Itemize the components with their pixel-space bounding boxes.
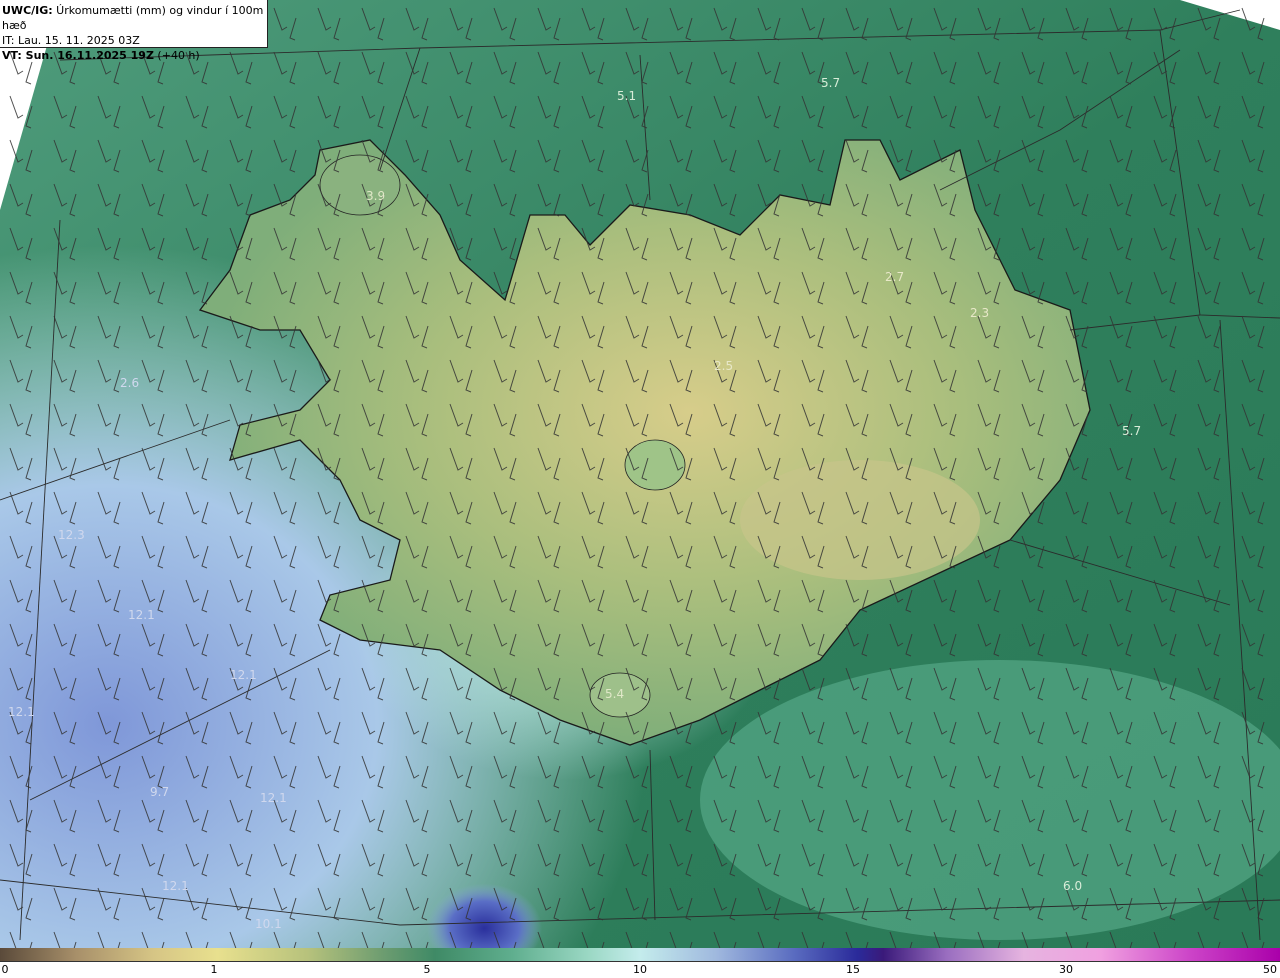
colorbar-tick: 0 xyxy=(1,963,9,976)
valid-time-offset: (+40 h) xyxy=(153,49,200,62)
wind-barb-field xyxy=(0,0,1280,948)
value-label: 10.1 xyxy=(255,917,282,931)
issue-time: IT: Lau. 15. 11. 2025 03Z xyxy=(2,34,140,47)
value-label: 12.1 xyxy=(230,668,257,682)
value-label: 2.3 xyxy=(970,306,989,320)
colorbar-tick: 30 xyxy=(1059,963,1073,976)
value-label: 12.1 xyxy=(162,879,189,893)
colorbar-tick: 10 xyxy=(633,963,647,976)
valid-time-bold: VT: Sun. 16.11.2025 19Z xyxy=(2,49,154,62)
precip-colorbar: 0 1 5 10 15 30 50 xyxy=(0,948,1280,978)
value-label: 3.9 xyxy=(366,189,385,203)
value-label: 12.1 xyxy=(8,705,35,719)
value-label: 9.7 xyxy=(150,785,169,799)
colorbar-tick: 1 xyxy=(210,963,218,976)
colorbar-tick: 15 xyxy=(846,963,860,976)
value-label: 5.1 xyxy=(617,89,636,103)
title-prefix: UWC/IG: xyxy=(2,4,53,17)
colorbar-gradient xyxy=(0,948,1280,962)
map-header-box: UWC/IG: Úrkomumætti (mm) og vindur í 100… xyxy=(0,0,268,62)
value-label: 2.7 xyxy=(885,270,904,284)
colorbar-tick: 50 xyxy=(1263,963,1277,976)
value-label: 5.7 xyxy=(821,76,840,90)
valid-time: VT: Sun. 16.11.2025 19Z (+40 h) xyxy=(2,48,267,63)
value-label: 2.6 xyxy=(120,376,139,390)
value-label: 12.3 xyxy=(58,528,85,542)
colorbar-tick: 5 xyxy=(423,963,431,976)
map-title: UWC/IG: Úrkomumætti (mm) og vindur í 100… xyxy=(2,3,267,33)
value-label: 6.0 xyxy=(1063,879,1082,893)
value-label: 5.4 xyxy=(605,687,624,701)
value-label: 2.5 xyxy=(714,359,733,373)
forecast-map[interactable]: 5.1 5.7 3.9 2.7 2.3 2.5 5.7 2.6 12.3 12.… xyxy=(0,0,1280,948)
value-label: 5.7 xyxy=(1122,424,1141,438)
value-label: 12.1 xyxy=(128,608,155,622)
value-label: 12.1 xyxy=(260,791,287,805)
